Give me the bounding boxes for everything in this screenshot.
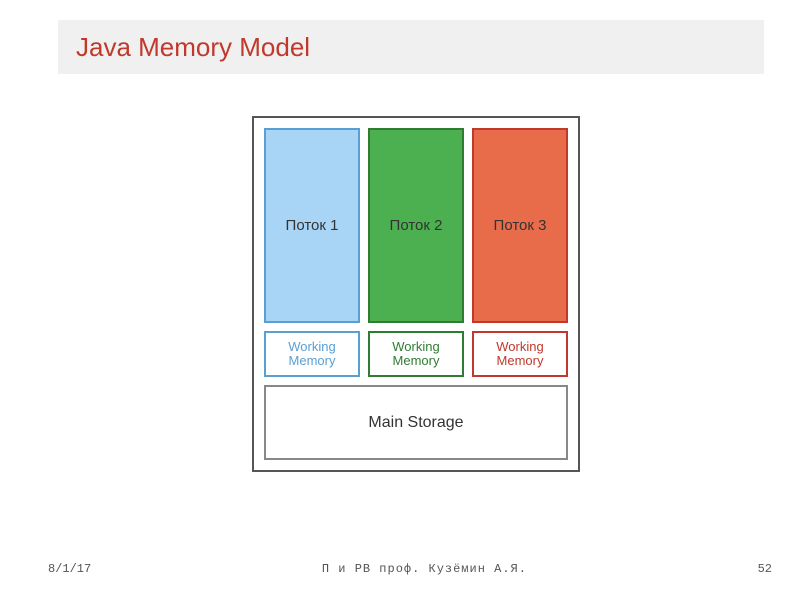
wm-line2: Memory <box>289 354 336 368</box>
thread-box-2: Поток 2 <box>368 128 464 323</box>
wm-line1: Working <box>496 340 543 354</box>
main-storage-label: Main Storage <box>368 414 463 432</box>
slide-title-bar: Java Memory Model <box>58 20 764 74</box>
thread-label: Поток 1 <box>286 217 339 234</box>
wm-line2: Memory <box>393 354 440 368</box>
working-memory-1: Working Memory <box>264 331 360 377</box>
footer-author: П и РВ проф. Кузёмин А.Я. <box>322 562 527 576</box>
thread-label: Поток 2 <box>390 217 443 234</box>
threads-row: Поток 1 Поток 2 Поток 3 <box>264 128 568 323</box>
memory-model-diagram: Поток 1 Поток 2 Поток 3 Working Memory W… <box>252 116 580 472</box>
slide-footer: 8/1/17 П и РВ проф. Кузёмин А.Я. 52 <box>48 562 772 576</box>
thread-label: Поток 3 <box>494 217 547 234</box>
working-memory-2: Working Memory <box>368 331 464 377</box>
slide-title: Java Memory Model <box>76 32 310 63</box>
wm-line1: Working <box>288 340 335 354</box>
working-memory-row: Working Memory Working Memory Working Me… <box>264 331 568 377</box>
main-storage-box: Main Storage <box>264 385 568 460</box>
working-memory-3: Working Memory <box>472 331 568 377</box>
wm-line2: Memory <box>497 354 544 368</box>
thread-box-3: Поток 3 <box>472 128 568 323</box>
footer-page-number: 52 <box>758 562 772 576</box>
footer-date: 8/1/17 <box>48 562 91 576</box>
thread-box-1: Поток 1 <box>264 128 360 323</box>
wm-line1: Working <box>392 340 439 354</box>
